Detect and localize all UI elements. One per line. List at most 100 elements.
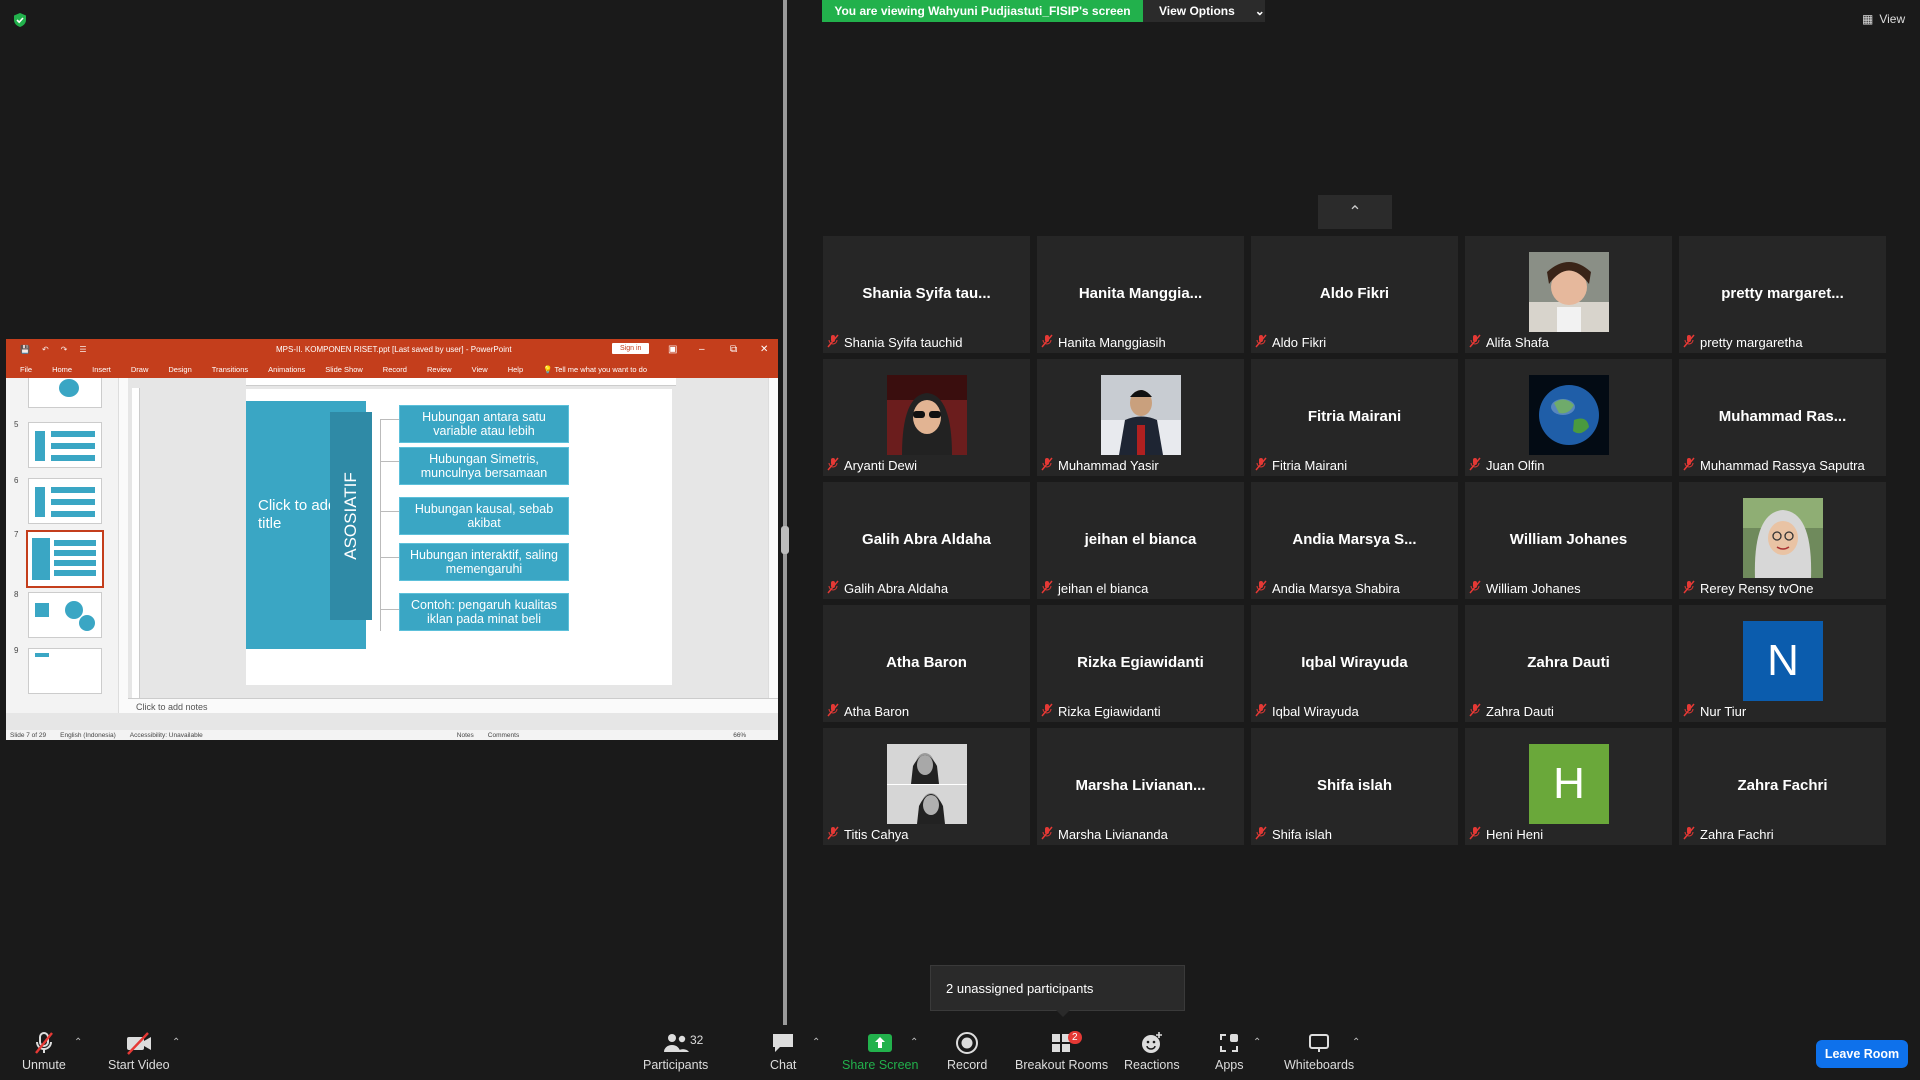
participant-tile[interactable]: Shifa islah Shifa islah <box>1251 728 1458 845</box>
slide-scrollbar[interactable] <box>768 378 778 698</box>
minimize-icon[interactable]: – <box>699 344 705 355</box>
tab-help[interactable]: Help <box>508 365 523 374</box>
slide-thumb-8[interactable] <box>28 592 102 638</box>
tab-insert[interactable]: Insert <box>92 365 111 374</box>
microphone-muted-icon <box>34 1032 53 1054</box>
participant-tile[interactable]: Alifa Shafa <box>1465 236 1672 353</box>
video-options-chevron[interactable]: ⌃ <box>172 1037 180 1048</box>
slide-thumb-4[interactable] <box>28 378 102 408</box>
participant-tile[interactable]: Muhammad Ras... Muhammad Rassya Saputra <box>1679 359 1886 476</box>
undo-icon[interactable]: ↶ <box>42 345 49 354</box>
participant-tile[interactable]: H Heni Heni <box>1465 728 1672 845</box>
divider-handle[interactable] <box>781 526 789 554</box>
participant-label: Titis Cahya <box>827 826 909 843</box>
sign-in-button[interactable]: Sign in <box>612 343 650 354</box>
tab-slide-show[interactable]: Slide Show <box>325 365 363 374</box>
participant-tile[interactable]: Muhammad Yasir <box>1037 359 1244 476</box>
participant-tile[interactable]: N Nur Tiur <box>1679 605 1886 722</box>
participant-name: William Johanes <box>1486 581 1581 596</box>
slide-thumb-6[interactable] <box>28 478 102 524</box>
item-box[interactable]: Hubungan kausal, sebab akibat <box>399 497 569 535</box>
collapse-button[interactable]: ⌃ <box>1318 195 1392 229</box>
participant-tile[interactable]: Fitria Mairani Fitria Mairani <box>1251 359 1458 476</box>
participant-tile[interactable]: Rerey Rensy tvOne <box>1679 482 1886 599</box>
whiteboards-button[interactable]: Whiteboards <box>1284 1030 1354 1072</box>
tab-home[interactable]: Home <box>52 365 72 374</box>
tell-me-search[interactable]: 💡 Tell me what you want to do <box>543 365 667 374</box>
record-button[interactable]: Record <box>947 1030 987 1072</box>
item-box[interactable]: Hubungan antara satu variable atau lebih <box>399 405 569 443</box>
participant-tile[interactable]: Zahra Fachri Zahra Fachri <box>1679 728 1886 845</box>
participant-tile[interactable]: Aldo Fikri Aldo Fikri <box>1251 236 1458 353</box>
apps-button[interactable]: Apps <box>1215 1030 1244 1072</box>
share-options-chevron[interactable]: ⌃ <box>910 1037 918 1048</box>
participant-tile[interactable]: Zahra Dauti Zahra Dauti <box>1465 605 1672 722</box>
slide-thumb-7-selected[interactable] <box>26 530 104 588</box>
participant-tile[interactable]: Marsha Livianan... Marsha Liviananda <box>1037 728 1244 845</box>
breakout-rooms-button[interactable]: Breakout Rooms <box>1015 1030 1108 1072</box>
tab-transitions[interactable]: Transitions <box>212 365 248 374</box>
language-status[interactable]: English (Indonesia) <box>60 732 116 739</box>
accessibility-status[interactable]: Accessibility: Unavailable <box>130 732 203 739</box>
participant-name: Aryanti Dewi <box>844 458 917 473</box>
customize-icon[interactable]: ☰ <box>79 345 86 354</box>
participant-tile[interactable]: Andia Marsya S... Andia Marsya Shabira <box>1251 482 1458 599</box>
thumbnail-scrollbar[interactable] <box>118 378 128 713</box>
chat-button[interactable]: Chat <box>770 1030 796 1072</box>
view-options-button[interactable]: View Options ⌄ <box>1143 0 1265 22</box>
participant-tile[interactable]: Aryanti Dewi <box>823 359 1030 476</box>
slide-canvas[interactable]: Click to add title ASOSIATIF Hubungan an… <box>246 389 672 685</box>
slide-thumb-5[interactable] <box>28 422 102 468</box>
participant-tile[interactable]: Juan Olfin <box>1465 359 1672 476</box>
participant-tile[interactable]: Shania Syifa tau... Shania Syifa tauchid <box>823 236 1030 353</box>
share-screen-button[interactable]: Share Screen <box>842 1030 918 1072</box>
participant-tile[interactable]: Hanita Manggia... Hanita Manggiasih <box>1037 236 1244 353</box>
tab-animations[interactable]: Animations <box>268 365 305 374</box>
whiteboard-options-chevron[interactable]: ⌃ <box>1352 1037 1360 1048</box>
title-placeholder[interactable]: Click to add title <box>258 497 338 533</box>
split-divider[interactable] <box>783 0 787 1025</box>
tab-view[interactable]: View <box>472 365 488 374</box>
reactions-button[interactable]: Reactions <box>1124 1030 1180 1072</box>
vertical-label-box[interactable]: ASOSIATIF <box>330 412 372 620</box>
close-icon[interactable]: ✕ <box>760 344 768 355</box>
redo-icon[interactable]: ↷ <box>61 345 68 354</box>
tab-record[interactable]: Record <box>383 365 407 374</box>
participant-tile[interactable]: jeihan el bianca jeihan el bianca <box>1037 482 1244 599</box>
participant-name: jeihan el bianca <box>1058 581 1149 596</box>
participant-tile[interactable]: Rizka Egiawidanti Rizka Egiawidanti <box>1037 605 1244 722</box>
notes-pane[interactable]: Click to add notes <box>128 698 778 713</box>
leave-room-button[interactable]: Leave Room <box>1816 1040 1908 1068</box>
apps-options-chevron[interactable]: ⌃ <box>1253 1037 1261 1048</box>
audio-options-chevron[interactable]: ⌃ <box>74 1037 82 1048</box>
slide-number: 5 <box>14 420 19 429</box>
participant-tile[interactable]: Galih Abra Aldaha Galih Abra Aldaha <box>823 482 1030 599</box>
save-icon[interactable]: 💾 <box>20 345 30 354</box>
participant-display-name: Atha Baron <box>886 654 967 671</box>
zoom-level[interactable]: 66% <box>733 732 746 739</box>
participant-tile[interactable]: Atha Baron Atha Baron <box>823 605 1030 722</box>
security-shield-icon[interactable] <box>12 12 28 28</box>
tab-review[interactable]: Review <box>427 365 452 374</box>
tab-file[interactable]: File <box>20 365 32 374</box>
tab-design[interactable]: Design <box>168 365 191 374</box>
item-box[interactable]: Hubungan interaktif, saling memengaruhi <box>399 543 569 581</box>
ribbon-display-icon[interactable]: ▣ <box>668 344 677 355</box>
participant-tile[interactable]: pretty margaret... pretty margaretha <box>1679 236 1886 353</box>
notes-button[interactable]: Notes <box>457 732 474 739</box>
item-box[interactable]: Hubungan Simetris, munculnya bersamaan <box>399 447 569 485</box>
unmute-button[interactable]: Unmute <box>22 1030 66 1072</box>
participant-tile[interactable]: William Johanes William Johanes <box>1465 482 1672 599</box>
item-box[interactable]: Contoh: pengaruh kualitas iklan pada min… <box>399 593 569 631</box>
restore-icon[interactable]: ⧉ <box>730 344 737 355</box>
view-button[interactable]: ▦ View <box>1862 12 1905 26</box>
comments-button[interactable]: Comments <box>488 732 519 739</box>
start-video-button[interactable]: Start Video <box>108 1030 170 1072</box>
chat-options-chevron[interactable]: ⌃ <box>812 1037 820 1048</box>
tab-draw[interactable]: Draw <box>131 365 149 374</box>
participant-display-name: Zahra Fachri <box>1737 777 1828 794</box>
participant-tile[interactable]: Titis Cahya <box>823 728 1030 845</box>
slide-thumb-9[interactable] <box>28 648 102 694</box>
participant-tile[interactable]: Iqbal Wirayuda Iqbal Wirayuda <box>1251 605 1458 722</box>
unassigned-tooltip[interactable]: 2 unassigned participants <box>930 965 1185 1017</box>
